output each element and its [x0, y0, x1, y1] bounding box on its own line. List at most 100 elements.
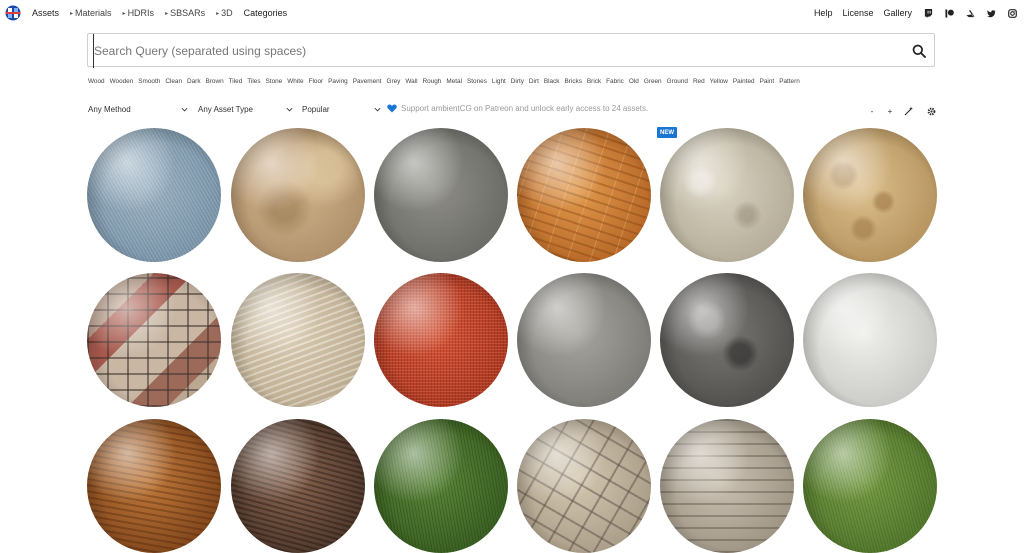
nav-item-3d[interactable]: ▸ 3D	[216, 8, 233, 18]
twitter-icon[interactable]	[987, 9, 996, 18]
material-preview-sphere	[231, 273, 365, 407]
nav-item-categories[interactable]: Categories	[244, 8, 288, 18]
tag-tiled[interactable]: Tiled	[229, 78, 243, 88]
material-preview-sphere	[87, 128, 221, 262]
tag-grey[interactable]: Grey	[386, 78, 400, 88]
heart-icon	[387, 104, 397, 113]
asset-card[interactable]	[231, 273, 365, 407]
nav-item-assets[interactable]: Assets	[32, 8, 59, 18]
asset-card[interactable]	[517, 273, 651, 407]
nav-item-label: Materials	[75, 8, 112, 18]
nav-item-sbsars[interactable]: ▸ SBSARs	[165, 8, 205, 18]
tag-yellow[interactable]: Yellow	[710, 78, 728, 88]
tag-pattern[interactable]: Pattern	[779, 78, 800, 88]
material-preview-sphere	[374, 419, 508, 553]
tag-dirt[interactable]: Dirt	[529, 78, 539, 88]
tag-black[interactable]: Black	[544, 78, 560, 88]
tag-wall[interactable]: Wall	[405, 78, 417, 88]
nav-item-label: 3D	[221, 8, 233, 18]
gear-icon	[927, 107, 935, 115]
tag-smooth[interactable]: Smooth	[138, 78, 160, 88]
asset-card[interactable]	[231, 419, 365, 553]
asset-card[interactable]	[374, 128, 508, 262]
tag-tiles[interactable]: Tiles	[247, 78, 260, 88]
asset-type-select-value: Any Asset Type	[198, 105, 253, 114]
asset-card[interactable]	[803, 273, 937, 407]
tag-red[interactable]: Red	[693, 78, 705, 88]
method-select[interactable]: Any Method	[88, 105, 188, 114]
tag-brick[interactable]: Brick	[587, 78, 601, 88]
tag-rough[interactable]: Rough	[423, 78, 442, 88]
patreon-icon[interactable]	[945, 8, 954, 18]
search-icon[interactable]	[912, 44, 926, 58]
patreon-notice[interactable]: Support ambientCG on Patreon and unlock …	[387, 104, 648, 113]
sort-select[interactable]: Popular	[302, 105, 382, 114]
tag-stone[interactable]: Stone	[266, 78, 283, 88]
tag-green[interactable]: Green	[644, 78, 662, 88]
tag-wooden[interactable]: Wooden	[110, 78, 134, 88]
asset-card[interactable]	[517, 419, 651, 553]
material-preview-sphere	[231, 419, 365, 553]
asset-card[interactable]	[803, 419, 937, 553]
asset-card[interactable]	[374, 419, 508, 553]
tag-clean[interactable]: Clean	[165, 78, 182, 88]
asset-card[interactable]	[517, 128, 651, 262]
material-preview-sphere	[517, 128, 651, 262]
nav-item-license[interactable]: License	[842, 8, 873, 18]
settings-button[interactable]	[925, 105, 937, 117]
caret-right-icon: ▸	[165, 11, 169, 17]
asset-card[interactable]	[374, 273, 508, 407]
asset-card[interactable]	[660, 128, 794, 262]
nav-item-hdris[interactable]: ▸ HDRIs	[123, 8, 155, 18]
tag-list: Wood Wooden Smooth Clean Dark Brown Tiled Tiles…	[88, 78, 805, 88]
material-preview-sphere	[803, 128, 937, 262]
material-preview-sphere	[660, 128, 794, 262]
magic-wand-button[interactable]	[903, 105, 915, 117]
tag-paint[interactable]: Paint	[760, 78, 775, 88]
asset-type-select[interactable]: Any Asset Type	[198, 105, 294, 114]
nav-item-help[interactable]: Help	[814, 8, 833, 18]
twitch-icon[interactable]	[924, 8, 933, 18]
top-navbar: Assets ▸ Materials ▸ HDRIs ▸ SBSARs ▸ 3D Categori…	[0, 0, 1024, 26]
tag-fabric[interactable]: Fabric	[606, 78, 624, 88]
patreon-notice-text: Support ambientCG on Patreon and unlock …	[401, 104, 649, 113]
search-input[interactable]	[93, 34, 896, 68]
tag-bricks[interactable]: Bricks	[565, 78, 582, 88]
material-preview-sphere	[803, 273, 937, 407]
artstation-icon[interactable]	[966, 9, 975, 18]
asset-card[interactable]	[87, 419, 221, 553]
asset-card[interactable]	[660, 419, 794, 553]
tag-floor[interactable]: Floor	[309, 78, 324, 88]
caret-right-icon: ▸	[216, 11, 220, 17]
zoom-out-label: -	[870, 106, 874, 116]
new-badge: NEW	[657, 127, 677, 138]
chevron-down-icon	[286, 107, 293, 112]
tag-light[interactable]: Light	[492, 78, 506, 88]
asset-card[interactable]	[87, 128, 221, 262]
tag-white[interactable]: White	[287, 78, 303, 88]
asset-card[interactable]	[803, 128, 937, 262]
tag-brown[interactable]: Brown	[206, 78, 224, 88]
nav-item-gallery[interactable]: Gallery	[883, 8, 912, 18]
asset-card[interactable]	[231, 128, 365, 262]
tag-old[interactable]: Old	[629, 78, 639, 88]
zoom-in-button[interactable]: +	[884, 105, 896, 117]
ambientcg-logo[interactable]	[5, 5, 21, 21]
method-select-value: Any Method	[88, 105, 131, 114]
asset-card[interactable]	[87, 273, 221, 407]
tag-ground[interactable]: Ground	[667, 78, 688, 88]
nav-item-materials[interactable]: ▸ Materials	[70, 8, 112, 18]
tag-dirty[interactable]: Dirty	[511, 78, 524, 88]
tag-dark[interactable]: Dark	[187, 78, 201, 88]
tag-wood[interactable]: Wood	[88, 78, 105, 88]
tag-paving[interactable]: Paving	[328, 78, 348, 88]
zoom-out-button[interactable]: -	[866, 105, 878, 117]
zoom-in-label: +	[887, 106, 893, 116]
asset-card[interactable]	[660, 273, 794, 407]
tag-pavement[interactable]: Pavement	[353, 78, 382, 88]
tag-metal[interactable]: Metal	[446, 78, 462, 88]
tag-painted[interactable]: Painted	[733, 78, 755, 88]
instagram-icon[interactable]	[1008, 8, 1017, 18]
caret-right-icon: ▸	[122, 11, 126, 17]
tag-stones[interactable]: Stones	[467, 78, 487, 88]
